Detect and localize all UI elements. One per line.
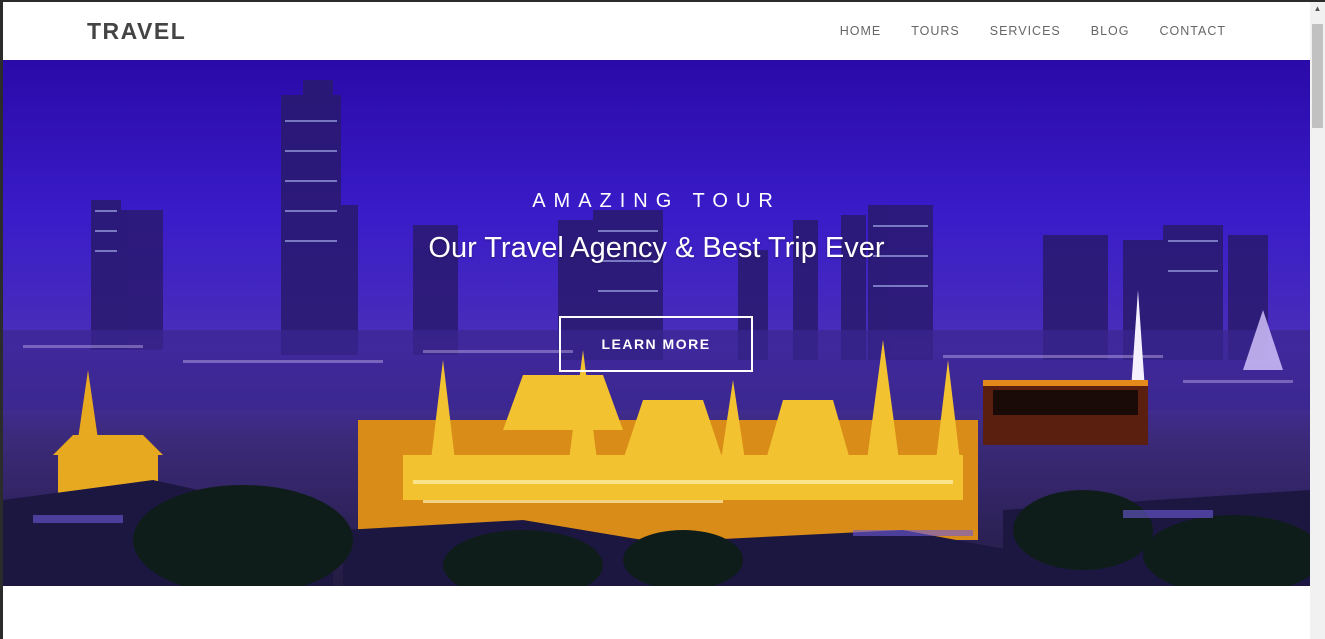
hero-banner: AMAZING TOUR Our Travel Agency & Best Tr… [3, 60, 1310, 586]
main-nav: HOME TOURS SERVICES BLOG CONTACT [840, 24, 1226, 38]
nav-item-tours[interactable]: TOURS [911, 24, 960, 38]
scrollbar-thumb[interactable] [1312, 24, 1323, 128]
hero-content: AMAZING TOUR Our Travel Agency & Best Tr… [3, 60, 1310, 586]
nav-item-services[interactable]: SERVICES [990, 24, 1061, 38]
nav-item-home[interactable]: HOME [840, 24, 882, 38]
nav-item-blog[interactable]: BLOG [1091, 24, 1130, 38]
nav-item-contact[interactable]: CONTACT [1160, 24, 1227, 38]
navbar: TRAVEL HOME TOURS SERVICES BLOG CONTACT [3, 2, 1310, 60]
hero-headline: Our Travel Agency & Best Trip Ever [428, 232, 885, 264]
brand-logo[interactable]: TRAVEL [87, 18, 186, 45]
learn-more-button[interactable]: LEARN MORE [559, 316, 753, 372]
vertical-scrollbar[interactable]: ▲ [1310, 2, 1325, 639]
triangle-up-icon[interactable]: ▲ [1310, 2, 1325, 16]
hero-eyebrow: AMAZING TOUR [532, 190, 781, 212]
